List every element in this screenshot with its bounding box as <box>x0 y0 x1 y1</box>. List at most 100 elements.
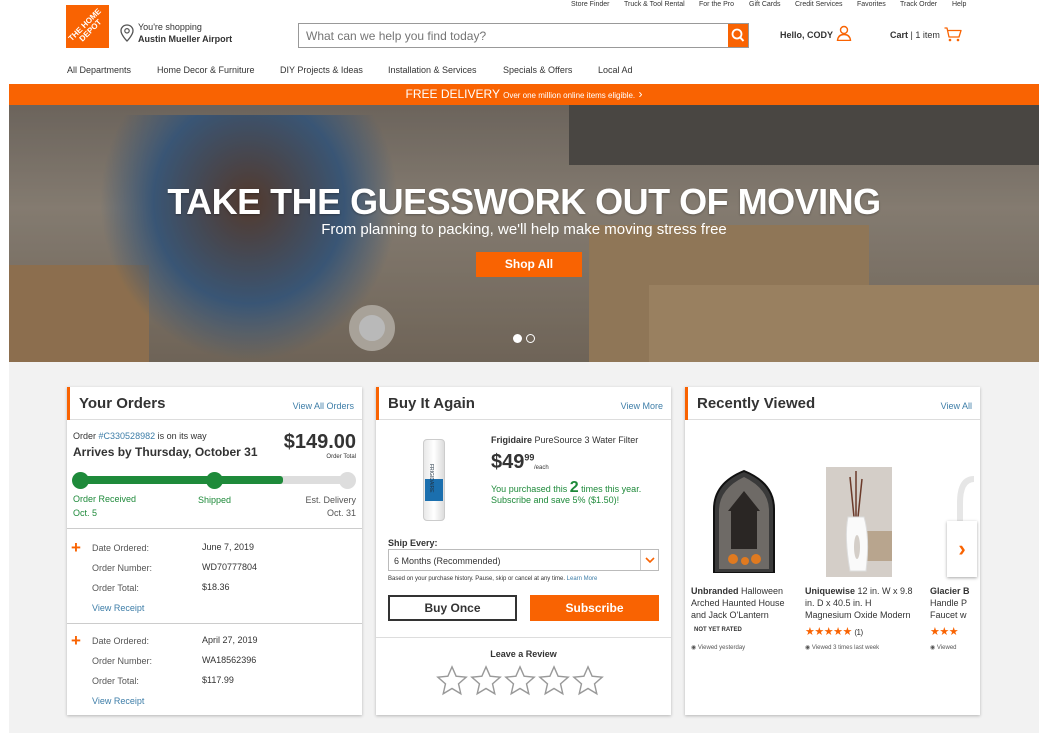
carousel-dot-active[interactable] <box>513 334 522 343</box>
order-progress-fill <box>80 476 283 484</box>
carousel-dot[interactable] <box>526 334 535 343</box>
nav-specials[interactable]: Specials & Offers <box>503 65 572 75</box>
shopping-label: You're shopping <box>138 22 202 32</box>
track-order-link[interactable]: Track Order <box>900 1 937 8</box>
product-name-line: Handle P <box>930 598 968 608</box>
order-number-link[interactable]: #C330528982 <box>99 431 156 441</box>
buy-once-button[interactable]: Buy Once <box>388 595 517 621</box>
purchase-suffix: times this year. <box>581 484 642 494</box>
nav-diy-projects[interactable]: DIY Projects & Ideas <box>280 65 363 75</box>
star-outline-icon[interactable] <box>435 664 469 698</box>
product-name-line: 12 in. W x 9.8 <box>857 586 913 596</box>
star-filled-icon: ★★★ <box>930 626 959 638</box>
home-depot-logo[interactable]: THE HOME DEPOT <box>66 5 109 48</box>
product-title[interactable]: Glacier B Handle P Faucet w <box>930 585 970 621</box>
order-number-value: WD70777804 <box>202 562 258 572</box>
help-link[interactable]: Help <box>952 1 966 8</box>
card-header: Recently Viewed View All <box>685 387 980 420</box>
expand-order-icon[interactable]: + <box>71 631 81 651</box>
ship-every-select[interactable]: 6 Months (Recommended) <box>388 549 659 571</box>
ship-every-value: 6 Months (Recommended) <box>394 556 501 566</box>
your-orders-card: Your Orders View All Orders Order #C3305… <box>67 387 362 715</box>
search-icon <box>731 28 745 42</box>
search-input[interactable] <box>299 24 728 47</box>
shop-all-button[interactable]: Shop All <box>476 252 582 277</box>
water-filter-image[interactable]: FRIGIDAIRE <box>420 439 450 521</box>
price-unit: /each <box>534 465 549 471</box>
order-total-label: Order Total <box>326 454 356 460</box>
order-status: is on its way <box>157 431 207 441</box>
carousel-next-button[interactable]: › <box>947 521 977 577</box>
eye-icon: ◉ <box>691 645 697 651</box>
order-total-label: Order Total: <box>92 583 139 593</box>
view-receipt-link[interactable]: View Receipt <box>92 603 144 613</box>
viewed-status: ◉ Viewed <box>930 644 957 651</box>
logo-text: THE HOME DEPOT <box>66 6 104 44</box>
product-brand: Frigidaire <box>491 435 533 445</box>
order-prefix: Order <box>73 431 97 441</box>
nav-all-departments[interactable]: All Departments <box>67 65 131 75</box>
nav-local-ad[interactable]: Local Ad <box>598 65 633 75</box>
progress-step-delivery <box>339 472 356 489</box>
subscribe-button[interactable]: Subscribe <box>530 595 659 621</box>
rating-count[interactable]: (1) <box>854 628 863 637</box>
utility-nav: Store Finder Truck & Tool Rental For the… <box>0 0 1048 12</box>
cart-icon[interactable] <box>944 27 962 42</box>
cart-count: 1 item <box>915 30 940 40</box>
product-name-line: Halloween <box>741 586 784 596</box>
order-total-value: $117.99 <box>202 675 234 685</box>
product-title[interactable]: Uniquewise 12 in. W x 9.8 in. D x 40.5 i… <box>805 585 913 621</box>
chevron-down-icon <box>645 557 655 564</box>
accent-bar <box>67 387 70 420</box>
chevron-right-icon: › <box>638 87 643 101</box>
view-all-link[interactable]: View All <box>941 401 972 411</box>
star-outline-icon[interactable] <box>503 664 537 698</box>
view-all-orders-link[interactable]: View All Orders <box>293 401 354 411</box>
progress-step-received <box>72 472 89 489</box>
ship-note-text: Based on your purchase history. Pause, s… <box>388 576 565 582</box>
date-ordered-label: Date Ordered: <box>92 636 150 646</box>
for-the-pro-link[interactable]: For the Pro <box>699 1 734 8</box>
user-icon[interactable] <box>836 25 852 41</box>
expand-order-icon[interactable]: + <box>71 538 81 558</box>
star-outline-icon[interactable] <box>469 664 503 698</box>
product-name-line: and Jack O'Lantern <box>691 610 769 620</box>
view-more-link[interactable]: View More <box>621 401 663 411</box>
star-outline-icon[interactable] <box>571 664 605 698</box>
haunted-house-image <box>713 469 775 574</box>
search-button[interactable] <box>728 24 748 47</box>
cart-link[interactable]: Cart | 1 item <box>890 30 940 40</box>
star-filled-icon: ★★★★★ <box>805 626 852 638</box>
ship-every-label: Ship Every: <box>388 538 438 548</box>
nav-home-decor[interactable]: Home Decor & Furniture <box>157 65 255 75</box>
gift-cards-link[interactable]: Gift Cards <box>749 1 781 8</box>
product-image-haunted-house[interactable] <box>711 469 777 574</box>
product-image-vase[interactable] <box>826 467 892 577</box>
nav-installation[interactable]: Installation & Services <box>388 65 477 75</box>
order-number-label: Order Number: <box>92 656 153 666</box>
step-date-received: Oct. 5 <box>73 508 98 518</box>
product-name-line: Faucet w <box>930 610 967 620</box>
rating-not-rated: NOT YET RATED <box>694 627 742 633</box>
hero-title: TAKE THE GUESSWORK OUT OF MOVING <box>167 181 881 222</box>
step-label-shipped: Shipped <box>198 495 232 505</box>
learn-more-link[interactable]: Learn More <box>567 576 598 582</box>
hero-subtitle: From planning to packing, we'll help mak… <box>321 221 727 238</box>
product-title[interactable]: Frigidaire PureSource 3 Water Filter <box>491 435 638 445</box>
cart-separator: | <box>910 30 913 40</box>
step-label-delivery: Est. Delivery <box>305 495 356 505</box>
eye-icon: ◉ <box>930 645 936 651</box>
store-finder-link[interactable]: Store Finder <box>571 1 610 8</box>
order-total-label: Order Total: <box>92 676 139 686</box>
credit-services-link[interactable]: Credit Services <box>795 1 842 8</box>
star-rating: ★★★★★ (1) <box>805 625 863 638</box>
free-delivery-banner[interactable]: FREE DELIVERY Over one million online it… <box>9 84 1039 105</box>
view-receipt-link[interactable]: View Receipt <box>92 696 144 706</box>
product-title[interactable]: Unbranded Halloween Arched Haunted House… <box>691 585 785 621</box>
favorites-link[interactable]: Favorites <box>857 1 886 8</box>
star-outline-icon[interactable] <box>537 664 571 698</box>
product-name-line: in. D x 40.5 in. H <box>805 598 872 608</box>
account-greeting[interactable]: Hello, CODY <box>780 30 833 40</box>
purchase-prefix: You purchased this <box>491 484 568 494</box>
truck-tool-rental-link[interactable]: Truck & Tool Rental <box>624 1 685 8</box>
